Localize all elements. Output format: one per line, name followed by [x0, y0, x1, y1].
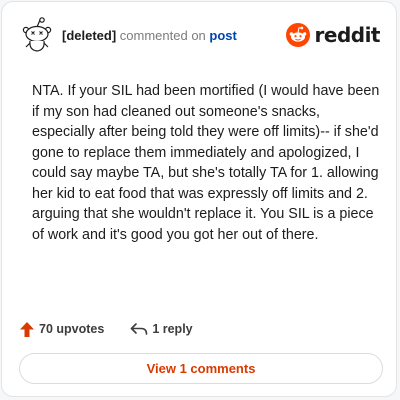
reddit-logo[interactable]: reddit	[285, 22, 381, 48]
username[interactable]: [deleted]	[62, 28, 116, 43]
comment-meta: [deleted] commented on post	[62, 28, 237, 43]
comment-card: [deleted] commented on post reddit NTA. …	[1, 1, 397, 397]
upvote-arrow-icon	[20, 321, 34, 337]
brand-name: reddit	[314, 23, 381, 47]
action-text: commented on	[119, 28, 206, 43]
deleted-user-avatar-icon	[22, 17, 52, 52]
upvote-button[interactable]: 70 upvotes	[19, 321, 104, 338]
post-link[interactable]: post	[209, 28, 236, 43]
reply-button[interactable]: 1 reply	[130, 322, 193, 336]
view-comments-button[interactable]: View 1 comments	[19, 353, 383, 384]
upvote-count: 70 upvotes	[39, 322, 105, 336]
reply-count: 1 reply	[152, 322, 193, 336]
reddit-snoo-icon	[285, 23, 310, 47]
comment-footer: 70 upvotes 1 reply	[19, 319, 193, 339]
comment-header: [deleted] commented on post reddit	[19, 16, 381, 56]
comment-body: NTA. If your SIL had been mortified (I w…	[32, 83, 380, 243]
reply-arrow-icon	[131, 323, 148, 335]
